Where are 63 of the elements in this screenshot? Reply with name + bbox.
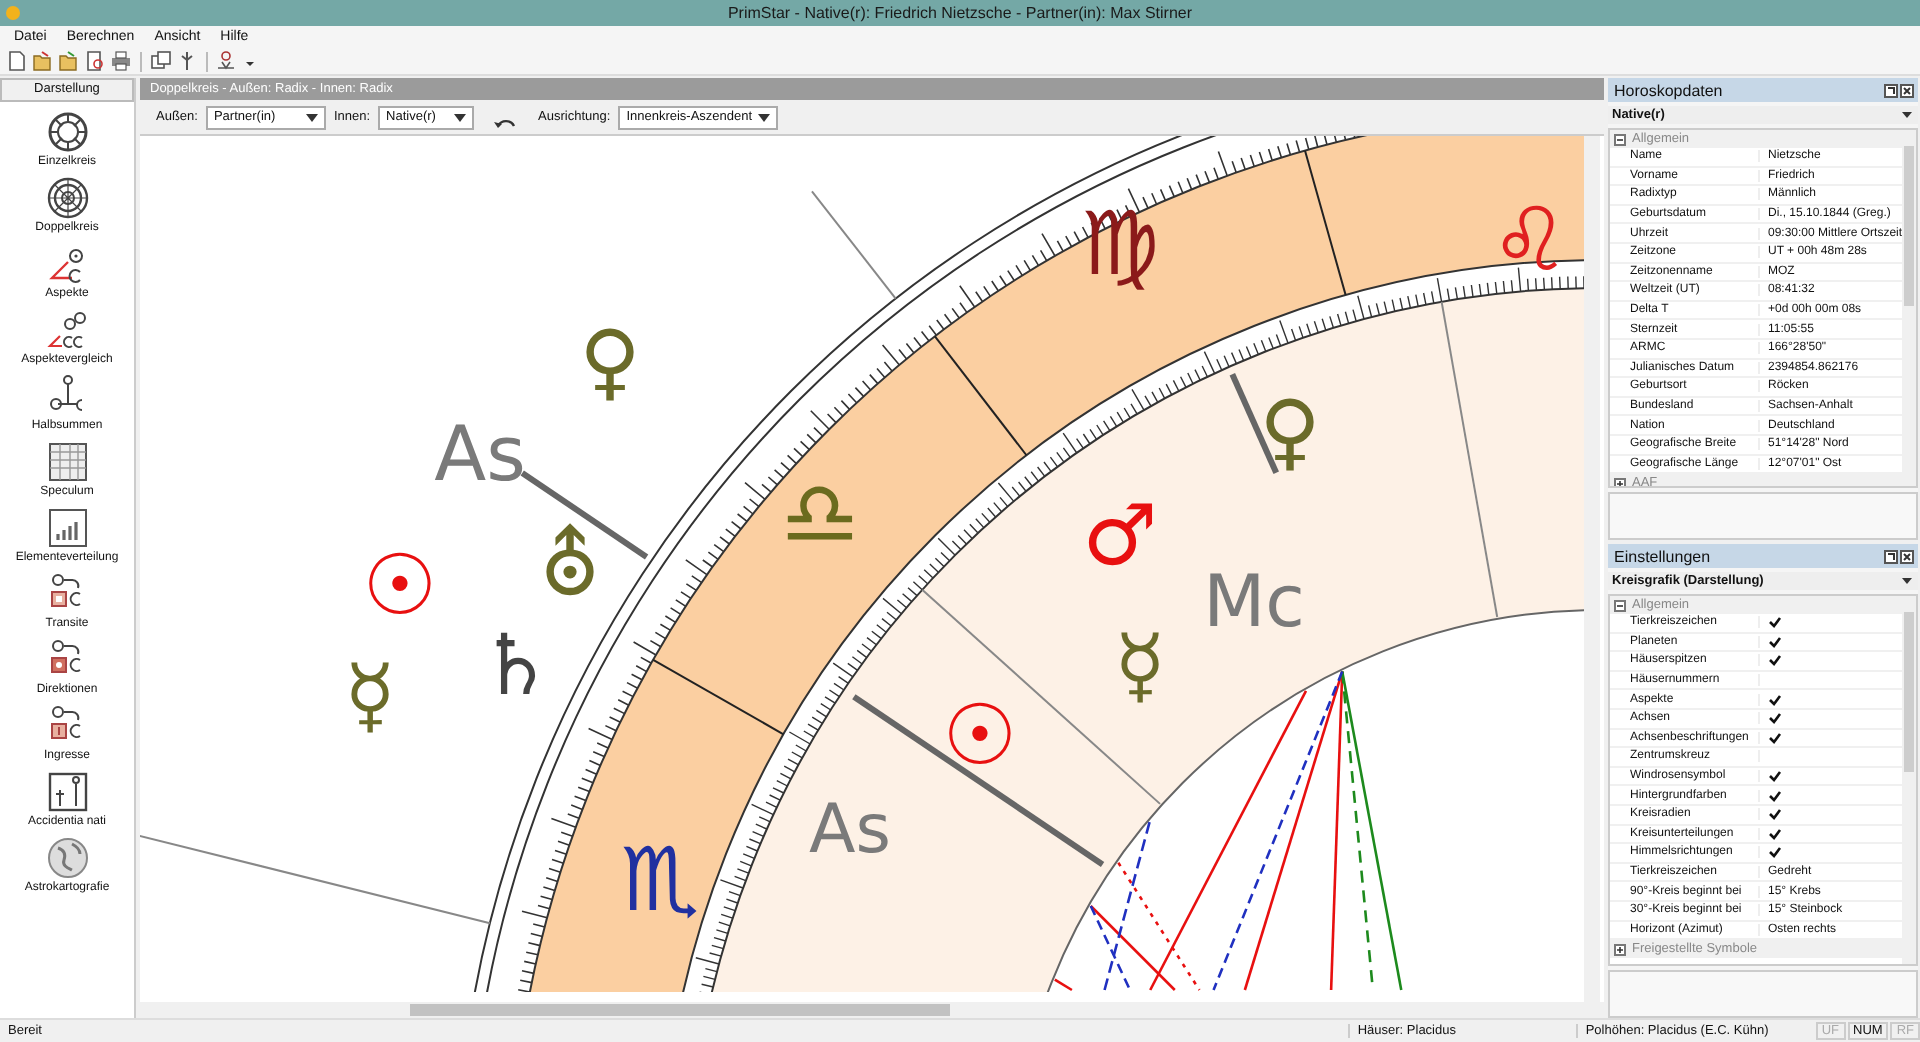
planet-symbol: ♀: [579, 312, 641, 410]
expand-icon[interactable]: [1614, 477, 1626, 486]
dropdown-arrow-icon: [454, 113, 467, 121]
print-icon[interactable]: [110, 50, 132, 72]
chart-frame-icon: [45, 770, 89, 814]
dropdown-arrow-icon: [1902, 578, 1912, 584]
check-icon[interactable]: [1768, 635, 1782, 648]
check-icon[interactable]: [1768, 654, 1782, 667]
sun-icon: [4, 4, 22, 22]
double-ring-icon: [45, 176, 89, 220]
check-icon[interactable]: [1768, 808, 1782, 821]
document-icon[interactable]: [84, 50, 106, 72]
check-icon[interactable]: [1768, 789, 1782, 802]
axis-label: As: [434, 410, 526, 498]
axis-label: As: [809, 790, 891, 870]
check-icon[interactable]: [1768, 712, 1782, 725]
planet-symbol: ☿: [344, 646, 396, 744]
sign-divider-line: [652, 658, 785, 736]
aspect-compare-icon: [45, 308, 89, 352]
collapse-icon[interactable]: [1614, 599, 1626, 611]
close-icon[interactable]: [1900, 83, 1914, 97]
open-folder-icon[interactable]: [32, 50, 54, 72]
ring-icon: [45, 110, 89, 154]
zodiac-sign: ♍: [1080, 194, 1160, 296]
check-icon[interactable]: [1768, 693, 1782, 706]
planet-symbol: ☿: [1114, 616, 1166, 714]
scrollbar-thumb[interactable]: [1904, 146, 1914, 306]
check-icon[interactable]: [1768, 770, 1782, 783]
windows-icon[interactable]: [150, 50, 172, 72]
zodiac-sign: ♎: [780, 464, 860, 566]
expand-icon[interactable]: [1614, 943, 1626, 956]
tool-icon[interactable]: [176, 50, 198, 72]
planet-symbol: ☉: [362, 536, 438, 634]
scrollbar-thumb[interactable]: [410, 1004, 950, 1016]
planet-symbol: ♂: [1082, 486, 1158, 584]
panel-title: Einstellungen: [1614, 547, 1713, 565]
collapse-icon[interactable]: [1614, 133, 1626, 145]
pin-icon[interactable]: [1884, 83, 1898, 97]
globe-icon: [45, 836, 89, 880]
grid-icon: [45, 440, 89, 484]
planet-symbol: ♀: [1259, 382, 1321, 480]
house-cusp-line: [810, 190, 897, 300]
check-icon[interactable]: [1768, 846, 1782, 859]
panel-title: Horoskopdaten: [1614, 81, 1725, 99]
check-icon[interactable]: [1768, 616, 1782, 629]
planet-symbol: ⛢: [539, 516, 601, 614]
close-icon[interactable]: [1900, 549, 1914, 563]
open-folder-icon[interactable]: [58, 50, 80, 72]
check-icon[interactable]: [1768, 731, 1782, 744]
dropdown-arrow-icon: [1902, 112, 1912, 118]
axis-label: Mc: [1203, 562, 1305, 644]
planet-symbol: ♄: [478, 616, 554, 714]
window-title: PrimStar - Native(r): Friedrich Nietzsche - Partner(in): Max Stirner: [725, 4, 1195, 22]
sign-divider-line: [933, 335, 1028, 457]
bar-graph-icon: [45, 506, 89, 550]
pin-icon[interactable]: [1884, 549, 1898, 563]
horizontal-scrollbar[interactable]: [140, 1002, 1604, 1018]
dropdown-arrow-icon: [758, 113, 771, 121]
planet-symbol: ☉: [942, 686, 1018, 784]
zodiac-sign: ♏: [620, 830, 700, 932]
dropdown-arrow-icon: [305, 113, 318, 121]
scrollbar-thumb[interactable]: [1904, 612, 1914, 772]
check-icon[interactable]: [1768, 827, 1782, 840]
